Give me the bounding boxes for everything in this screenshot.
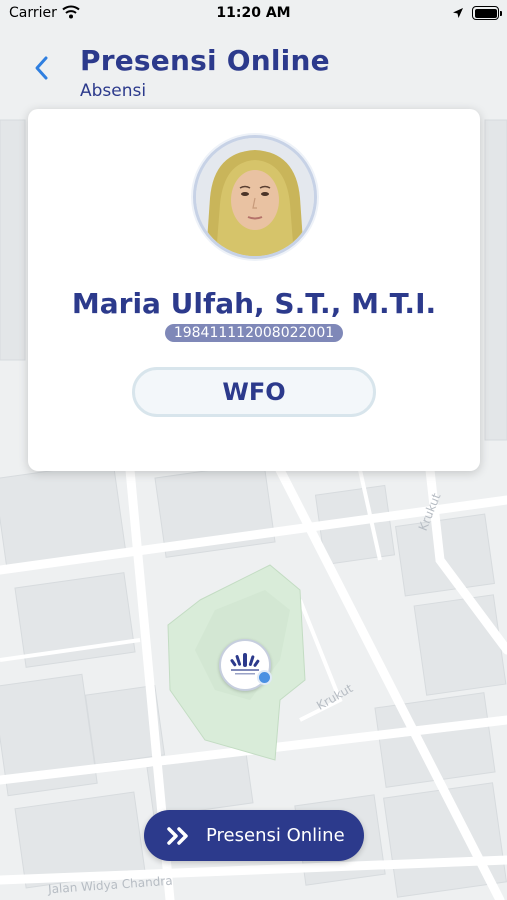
double-chevron-right-icon [166, 826, 192, 846]
location-arrow-icon [453, 8, 463, 18]
battery-icon [472, 6, 502, 20]
presensi-button-label: Presensi Online [206, 825, 345, 846]
back-button[interactable] [28, 53, 54, 83]
presensi-online-button[interactable]: Presensi Online [144, 810, 364, 861]
user-id-wrap: 198411112008022001 [28, 322, 480, 342]
status-bar: Carrier 11:20 AM [0, 0, 507, 30]
status-time: 11:20 AM [216, 5, 291, 21]
user-name: Maria Ulfah, S.T., M.T.I. [71, 287, 437, 320]
profile-card: Maria Ulfah, S.T., M.T.I. 19841111200802… [28, 109, 480, 471]
page-subtitle: Absensi [80, 81, 147, 101]
user-location-dot [257, 670, 272, 685]
employee-id-badge: 198411112008022001 [164, 324, 344, 342]
avatar [193, 135, 317, 259]
page-title: Presensi Online [80, 44, 330, 77]
user-photo [196, 138, 314, 256]
work-mode-selector[interactable]: WFO [132, 367, 376, 417]
chevron-left-icon [35, 56, 48, 80]
